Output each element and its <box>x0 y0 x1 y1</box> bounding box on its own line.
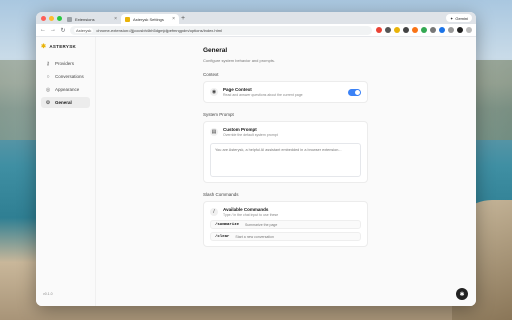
tab-extensions[interactable]: Extensions × <box>63 14 121 24</box>
sparkle-icon: ✦ <box>449 15 454 21</box>
puzzle-icon <box>67 16 72 22</box>
gear-icon: ⚙ <box>45 99 51 106</box>
window-controls <box>36 15 63 21</box>
brand-name: ASTERYSK <box>49 44 77 49</box>
maximize-window-button[interactable] <box>57 15 62 21</box>
sidebar-item-label: General <box>55 100 72 105</box>
extension-icon[interactable] <box>421 27 427 33</box>
section-heading-slash-commands: Slash Commands <box>203 192 239 197</box>
sidebar-item-conversations[interactable]: ○ Conversations <box>41 71 90 82</box>
close-icon[interactable]: × <box>172 16 175 22</box>
extension-icon[interactable] <box>430 27 436 33</box>
command-name: /summarize <box>215 222 240 227</box>
address-bar[interactable]: Asterysk chrome-extension://jjjcocsbh4bh… <box>70 25 372 35</box>
profile-button[interactable]: ✦ Gemini <box>445 14 472 22</box>
custom-prompt-input[interactable] <box>210 143 361 177</box>
forward-icon[interactable]: → <box>50 27 56 33</box>
document-icon: ▤ <box>210 128 218 136</box>
menu-icon[interactable] <box>466 27 472 33</box>
list-item: /clear Start a new conversation <box>210 232 361 241</box>
profile-label: Gemini <box>455 15 468 21</box>
command-description: Start a new conversation <box>235 234 274 239</box>
setting-title: Page Context <box>223 87 252 92</box>
setting-description: Type / in the chat input to use these <box>223 213 279 217</box>
close-window-button[interactable] <box>41 15 46 21</box>
tab-label: Extensions <box>75 16 95 22</box>
minimize-window-button[interactable] <box>49 15 54 21</box>
slash-commands-card: / Available Commands Type / in the chat … <box>203 201 368 247</box>
sidebar-item-providers[interactable]: ⚷ Providers <box>41 58 90 69</box>
page-title: General <box>203 47 228 54</box>
setting-title: Available Commands <box>223 207 269 212</box>
sidebar-item-label: Conversations <box>55 74 84 79</box>
section-heading-context: Context <box>203 72 219 77</box>
setting-description: Read and answer questions about the curr… <box>223 93 303 97</box>
globe-icon: ◉ <box>210 88 218 96</box>
extension-toolbar <box>376 27 472 33</box>
back-icon[interactable]: ← <box>40 27 46 33</box>
url-text: chrome-extension://jjjcocsbh4bh5dgmjdjpe… <box>96 27 222 33</box>
slash-icon: / <box>210 208 218 216</box>
page-subtitle: Configure system behavior and prompts. <box>203 58 276 63</box>
browser-window: Extensions × Asterysk Settings × + ✦ Gem… <box>36 12 476 306</box>
command-name: /clear <box>215 234 230 239</box>
section-heading-system-prompt: System Prompt <box>203 112 234 117</box>
sidebar-item-label: Appearance <box>55 87 80 92</box>
palette-icon: ◎ <box>45 86 51 93</box>
settings-page: ✱ ASTERYSK ⚷ Providers ○ Conversations ◎… <box>36 37 476 306</box>
asterysk-icon <box>125 16 130 22</box>
asterisk-logo-icon: ✱ <box>41 44 47 50</box>
extension-icon[interactable] <box>376 27 382 33</box>
extension-icon[interactable] <box>403 27 409 33</box>
tab-label: Asterysk Settings <box>133 16 164 22</box>
chat-launcher-button[interactable]: ✱ <box>456 288 468 300</box>
page-context-card: ◉ Page Context Read and answer questions… <box>203 81 368 103</box>
extension-icon[interactable] <box>385 27 391 33</box>
reload-icon[interactable]: ↻ <box>60 27 66 34</box>
setting-title: Custom Prompt <box>223 127 257 132</box>
page-context-toggle[interactable] <box>348 88 361 96</box>
address-bar-row: ← → ↻ Asterysk chrome-extension://jjjcoc… <box>36 24 476 37</box>
extension-icon[interactable] <box>412 27 418 33</box>
version-label: v0.1.0 <box>43 292 53 296</box>
list-item: /summarize Summarize the page <box>210 220 361 229</box>
setting-description: Override the default system prompt <box>223 133 278 137</box>
new-tab-button[interactable]: + <box>181 15 185 22</box>
command-description: Summarize the page <box>245 222 278 227</box>
extension-icon[interactable] <box>439 27 445 33</box>
main-content: General Configure system behavior and pr… <box>96 37 476 306</box>
chat-icon: ○ <box>46 73 50 80</box>
close-icon[interactable]: × <box>114 16 117 22</box>
key-icon: ⚷ <box>46 60 50 67</box>
brand: ✱ ASTERYSK <box>41 43 90 50</box>
tab-bar: Extensions × Asterysk Settings × + ✦ Gem… <box>36 12 476 24</box>
custom-prompt-card: ▤ Custom Prompt Override the default sys… <box>203 121 368 183</box>
avatar[interactable] <box>457 27 463 33</box>
site-chip: Asterysk <box>74 27 94 33</box>
extension-icon[interactable] <box>394 27 400 33</box>
chat-icon: ✱ <box>459 291 465 298</box>
tab-settings[interactable]: Asterysk Settings × <box>121 14 179 24</box>
sidebar: ✱ ASTERYSK ⚷ Providers ○ Conversations ◎… <box>36 37 96 306</box>
puzzle-icon[interactable] <box>448 27 454 33</box>
sidebar-item-label: Providers <box>55 61 75 66</box>
sidebar-item-appearance[interactable]: ◎ Appearance <box>41 84 90 95</box>
sidebar-item-general[interactable]: ⚙ General <box>41 97 90 108</box>
